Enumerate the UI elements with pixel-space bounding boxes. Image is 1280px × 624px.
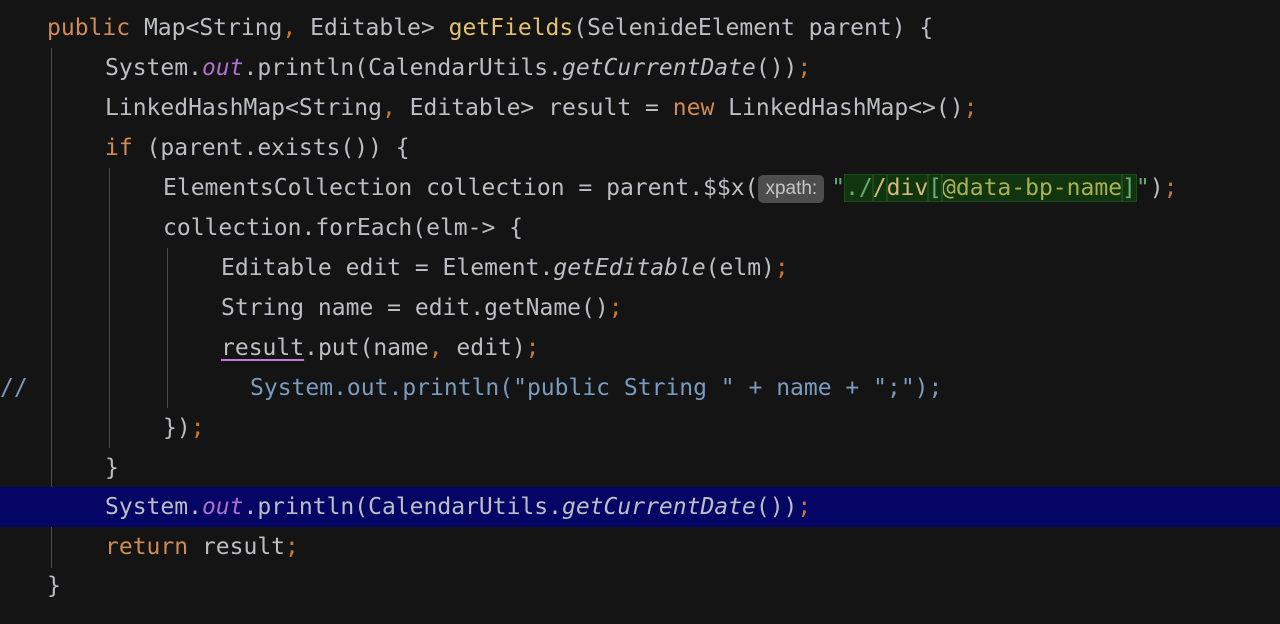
code-token: /: [871, 174, 888, 202]
code-line[interactable]: public Map<String, Editable> getFields(S…: [0, 8, 1280, 48]
code-token: getFields: [448, 15, 574, 41]
code-token: if: [105, 135, 147, 161]
code-token: (SelenideElement parent) {: [573, 15, 934, 41]
code-token: LinkedHashMap<>(): [728, 95, 964, 121]
code-token: ;: [797, 494, 812, 520]
code-token: }: [47, 573, 61, 599]
code-text: LinkedHashMap<String, Editable> result =…: [105, 88, 977, 128]
code-token: ()): [755, 494, 798, 520]
code-token: System.: [105, 55, 202, 81]
code-token: ;: [608, 295, 623, 321]
code-text: }: [47, 566, 61, 606]
code-text: System.out.println(CalendarUtils.getCurr…: [105, 48, 811, 88]
code-token: ;: [774, 255, 789, 281]
code-text: System.out.println(CalendarUtils.getCurr…: [105, 487, 811, 527]
code-line[interactable]: LinkedHashMap<String, Editable> result =…: [0, 88, 1280, 128]
code-token: (parent.exists()) {: [146, 135, 410, 161]
code-token: (elm): [705, 255, 775, 281]
code-token: ()): [755, 55, 798, 81]
code-token: String name = edit.getName(): [221, 295, 609, 321]
code-token: ;: [1163, 175, 1178, 201]
code-token: result: [201, 534, 286, 560]
code-line[interactable]: }: [0, 448, 1280, 488]
code-token: }): [163, 415, 191, 441]
code-text: }: [105, 448, 119, 488]
code-token: .put(name: [304, 335, 429, 361]
code-token: }: [105, 455, 119, 481]
code-token: ,: [428, 335, 443, 361]
code-text: if (parent.exists()) {: [105, 128, 410, 168]
code-text: String name = edit.getName();: [221, 288, 623, 328]
code-line[interactable]: }: [0, 566, 1280, 606]
code-token: ": [831, 175, 846, 201]
code-token: ): [1149, 175, 1164, 201]
code-token: out: [201, 55, 244, 81]
code-token: ;: [525, 335, 540, 361]
code-line[interactable]: System.out.println(CalendarUtils.getCurr…: [0, 48, 1280, 88]
code-line[interactable]: });: [0, 408, 1280, 448]
code-text: public Map<String, Editable> getFields(S…: [47, 8, 933, 48]
code-token: ;: [963, 95, 978, 121]
code-token: .println(CalendarUtils.: [243, 494, 562, 520]
code-token: System.: [105, 494, 202, 520]
code-token: ;: [285, 534, 299, 560]
code-line-selected[interactable]: System.out.println(CalendarUtils.getCurr…: [0, 487, 1280, 527]
code-token: ./: [844, 174, 874, 202]
code-token: Map<String: [143, 15, 283, 41]
parameter-hint: xpath:: [758, 175, 825, 203]
code-text: result.put(name, edit);: [221, 328, 540, 368]
code-line[interactable]: collection.forEach(elm-> {: [0, 208, 1280, 248]
code-token: edit): [442, 335, 526, 361]
code-token: System.out.println("public String " + na…: [250, 375, 943, 401]
code-token: new: [672, 95, 729, 121]
code-text: Editable edit = Element.getEditable(elm)…: [221, 248, 789, 288]
code-token: out: [201, 494, 244, 520]
code-token: ;: [797, 55, 812, 81]
code-token: Editable>: [296, 15, 449, 41]
code-line[interactable]: return result;: [0, 527, 1280, 567]
code-token: getEditable: [553, 255, 706, 281]
code-token: .println(CalendarUtils.: [243, 55, 562, 81]
code-token: ": [1135, 175, 1150, 201]
code-token: ,: [381, 95, 396, 121]
code-token: getCurrentDate: [561, 494, 756, 520]
code-token: [: [927, 174, 944, 202]
code-token: LinkedHashMap<String: [105, 95, 382, 121]
code-token: ;: [190, 415, 205, 441]
code-token: public: [47, 15, 144, 41]
code-token: Editable edit = Element.: [221, 255, 554, 281]
code-text: });: [163, 408, 205, 448]
code-token: ]: [1121, 174, 1137, 202]
code-token: Editable> result =: [395, 95, 673, 121]
code-token: collection.forEach(elm-> {: [163, 215, 524, 241]
code-text: ElementsCollection collection = parent.$…: [163, 168, 1177, 208]
code-line[interactable]: Editable edit = Element.getEditable(elm)…: [0, 248, 1280, 288]
code-token: ElementsCollection collection = parent.$…: [163, 175, 759, 201]
code-line[interactable]: ElementsCollection collection = parent.$…: [0, 168, 1280, 208]
code-line[interactable]: if (parent.exists()) {: [0, 128, 1280, 168]
code-text: return result;: [105, 527, 299, 567]
code-line-commented[interactable]: System.out.println("public String " + na…: [0, 368, 1280, 408]
code-token: ,: [282, 15, 297, 41]
code-token: div: [885, 174, 930, 202]
code-line[interactable]: result.put(name, edit);: [0, 328, 1280, 368]
code-token: return: [105, 534, 202, 560]
code-editor[interactable]: // public Map<String, Editable> getField…: [0, 0, 1280, 624]
code-line[interactable]: String name = edit.getName();: [0, 288, 1280, 328]
code-token: @data-bp-name: [941, 174, 1124, 202]
code-token: result: [221, 335, 305, 361]
code-text: System.out.println("public String " + na…: [250, 368, 942, 408]
code-text: collection.forEach(elm-> {: [163, 208, 523, 248]
code-token: getCurrentDate: [561, 55, 756, 81]
